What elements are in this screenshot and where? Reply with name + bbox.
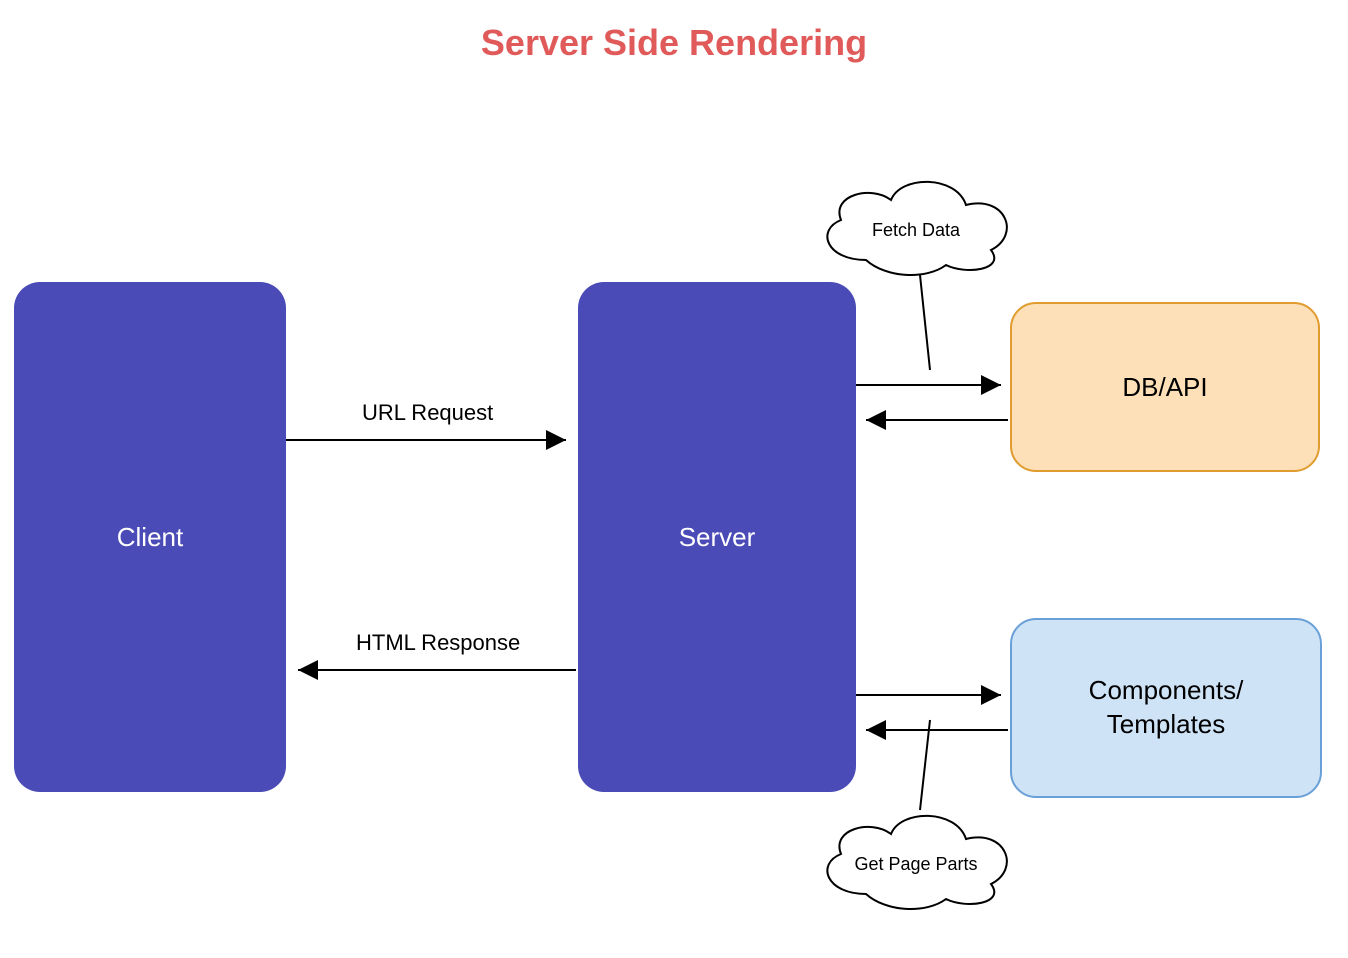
arrow-html-response: [286, 660, 578, 700]
arrow-url-request: [286, 430, 578, 470]
get-page-parts-label: Get Page Parts: [806, 804, 1026, 914]
client-label: Client: [117, 522, 183, 553]
diagram-title: Server Side Rendering: [0, 22, 1348, 64]
server-node: Server: [578, 282, 856, 792]
components-node: Components/ Templates: [1010, 618, 1322, 798]
client-node: Client: [14, 282, 286, 792]
get-page-parts-cloud: Get Page Parts: [806, 804, 1026, 914]
dbapi-node: DB/API: [1010, 302, 1320, 472]
fetch-data-label: Fetch Data: [806, 170, 1026, 280]
server-label: Server: [679, 522, 756, 553]
line-getpageparts-to-arrow: [910, 720, 950, 815]
diagram-canvas: Server Side Rendering Client Server DB/A…: [0, 0, 1348, 958]
html-response-label: HTML Response: [356, 630, 520, 656]
arrow-dbapi-to-server: [856, 405, 1016, 435]
fetch-data-cloud: Fetch Data: [806, 170, 1026, 280]
components-label: Components/ Templates: [1089, 674, 1244, 742]
dbapi-label: DB/API: [1122, 372, 1207, 403]
url-request-label: URL Request: [362, 400, 493, 426]
line-fetchdata-to-arrow: [910, 275, 950, 375]
arrow-server-to-components: [856, 680, 1016, 710]
